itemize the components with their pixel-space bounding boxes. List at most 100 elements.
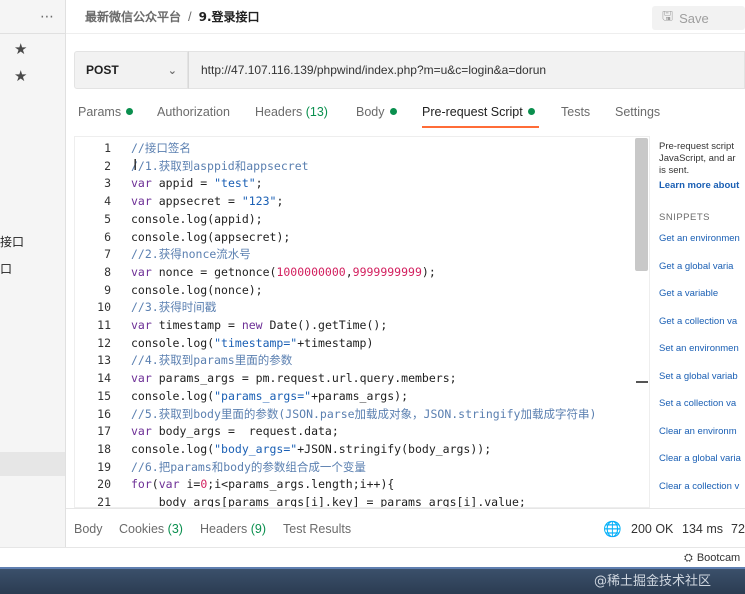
code-text[interactable]: var body_args = request.data; (131, 422, 339, 440)
code-line[interactable]: 4 var appsecret = "123"; (75, 192, 649, 210)
code-line[interactable]: 15 console.log("params_args="+params_args… (75, 387, 649, 405)
line-number: 20 (97, 477, 111, 492)
code-text[interactable]: console.log("params_args="+params_args); (131, 387, 408, 405)
snippet-link[interactable]: Set a collection va (659, 398, 736, 409)
code-text[interactable]: body_args[params_args[i].key] = params_a… (131, 493, 526, 507)
response-tab-headers[interactable]: Headers (9) (200, 522, 266, 536)
line-number: 8 (104, 264, 111, 279)
url-value: http://47.107.116.139/phpwind/index.php?… (201, 63, 547, 77)
code-text[interactable]: var appsecret = "123"; (131, 192, 283, 210)
snippet-link[interactable]: Clear a global varia (659, 453, 741, 464)
code-line[interactable]: 16 //5.获取到body里面的参数(JSON.parse加载成对象，JSON.… (75, 405, 649, 423)
method-select[interactable]: POST ⌄ (74, 51, 188, 89)
star-icon[interactable]: ★ (14, 40, 27, 58)
learn-more-link[interactable]: Learn more about (659, 180, 739, 191)
code-text[interactable]: console.log("timestamp="+timestamp) (131, 334, 373, 352)
code-text[interactable]: for(var i=0;i<params_args.length;i++){ (131, 475, 394, 493)
code-line[interactable]: 14 var params_args = pm.request.url.query… (75, 369, 649, 387)
code-text[interactable]: //6.把params和body的参数组合成一个变量 (131, 458, 366, 476)
tab-params[interactable]: Params (78, 105, 134, 119)
bootcamp-label: Bootcam (696, 552, 741, 564)
tab-headers[interactable]: Headers (13) (255, 105, 328, 119)
star-icon[interactable]: ★ (14, 67, 27, 85)
breadcrumb-workspace[interactable]: 最新微信公众平台 (85, 8, 181, 25)
code-line[interactable]: 18 console.log("body_args="+JSON.stringif… (75, 440, 649, 458)
editor-scrollbar[interactable] (635, 138, 648, 271)
response-tab-test-results[interactable]: Test Results (283, 522, 351, 536)
code-line[interactable]: 9 console.log(nonce); (75, 281, 649, 299)
code-line[interactable]: 10 //3.获得时间戳 (75, 298, 649, 316)
tab-label: Tests (561, 105, 591, 119)
code-line[interactable]: 17 var body_args = request.data; (75, 422, 649, 440)
code-line[interactable]: 20 for(var i=0;i<params_args.length;i++){ (75, 475, 649, 493)
tab-label: Test Results (283, 522, 352, 536)
code-text[interactable]: console.log(nonce); (131, 281, 263, 299)
response-size[interactable]: 72 (731, 522, 745, 536)
snippet-link[interactable]: Get an environmen (659, 233, 740, 244)
globe-icon[interactable]: 🌐 (603, 520, 622, 538)
line-number: 7 (104, 247, 111, 262)
code-line[interactable]: 12 console.log("timestamp="+timestamp) (75, 334, 649, 352)
tab-tests[interactable]: Tests (561, 105, 590, 119)
save-icon: 🖫 (662, 9, 674, 24)
response-tab-body[interactable]: Body (74, 522, 103, 536)
snippet-link[interactable]: Clear a collection v (659, 481, 739, 492)
code-line[interactable]: 8 var nonce = getnonce(1000000000,9999999… (75, 263, 649, 281)
code-line[interactable]: 2 //1.获取到asppid和appsecret (75, 157, 649, 175)
script-editor[interactable]: 1 //接口签名 2 //1.获取到asppid和appsecret 3 var appi… (74, 136, 650, 508)
indicator-dot-icon (126, 108, 134, 115)
response-status[interactable]: 200 OK (631, 522, 673, 536)
code-line[interactable]: 19 //6.把params和body的参数组合成一个变量 (75, 458, 649, 476)
snippets-panel: Pre-request script JavaScript, and ar is… (650, 136, 745, 508)
code-line[interactable]: 5 console.log(appid); (75, 210, 649, 228)
panel-description-line: JavaScript, and ar (659, 153, 736, 164)
sidebar-item-label[interactable]: 接口 (0, 233, 24, 250)
sidebar-item-label[interactable]: 口 (0, 260, 12, 277)
breadcrumb-request-name[interactable]: 9.登录接口 (199, 8, 260, 25)
tab-label: Authorization (157, 105, 230, 119)
code-line[interactable]: 11 var timestamp = new Date().getTime(); (75, 316, 649, 334)
bootcamp-button[interactable]: ⛭ Bootcam (684, 551, 740, 565)
code-line[interactable]: 3 var appid = "test"; (75, 174, 649, 192)
code-text[interactable]: console.log(appsecret); (131, 228, 290, 246)
code-line[interactable]: 1 //接口签名 (75, 139, 649, 157)
url-input[interactable]: http://47.107.116.139/phpwind/index.php?… (188, 51, 745, 89)
snippet-link[interactable]: Set a global variab (659, 371, 738, 382)
code-text[interactable]: //2.获得nonce流水号 (131, 245, 251, 263)
code-line[interactable]: 21 body_args[params_args[i].key] = param… (75, 493, 649, 508)
breadcrumb-separator: / (188, 9, 192, 24)
line-number: 21 (97, 495, 111, 508)
code-line[interactable]: 13 //4.获取到params里面的参数 (75, 351, 649, 369)
code-text[interactable]: var params_args = pm.request.url.query.m… (131, 369, 457, 387)
code-text[interactable]: console.log(appid); (131, 210, 263, 228)
code-text[interactable]: //5.获取到body里面的参数(JSON.parse加载成对象，JSON.st… (131, 405, 596, 423)
code-text[interactable]: var nonce = getnonce(1000000000,99999999… (131, 263, 436, 281)
response-time[interactable]: 134 ms (682, 522, 723, 536)
tab-settings[interactable]: Settings (615, 105, 660, 119)
tab-label: Settings (615, 105, 661, 119)
code-text[interactable]: //1.获取到asppid和appsecret (131, 157, 309, 175)
code-text[interactable]: var appid = "test"; (131, 174, 263, 192)
resize-handle[interactable] (636, 381, 648, 383)
code-text[interactable]: var timestamp = new Date().getTime(); (131, 316, 387, 334)
snippet-link[interactable]: Set an environmen (659, 343, 739, 354)
code-text[interactable]: //4.获取到params里面的参数 (131, 351, 292, 369)
tab-body[interactable]: Body (356, 105, 397, 119)
code-text[interactable]: console.log("body_args="+JSON.stringify(… (131, 440, 491, 458)
sidebar-selected-item[interactable] (0, 452, 65, 476)
snippet-link[interactable]: Clear an environm (659, 426, 737, 437)
code-line[interactable]: 7 //2.获得nonce流水号 (75, 245, 649, 263)
code-line[interactable]: 6 console.log(appsecret); (75, 228, 649, 246)
tab-pre-request-script[interactable]: Pre-request Script (422, 105, 535, 119)
code-text[interactable]: //接口签名 (131, 139, 191, 157)
more-options-icon[interactable]: ⋯ (40, 9, 55, 25)
snippet-link[interactable]: Get a collection va (659, 316, 737, 327)
code-text[interactable]: //3.获得时间戳 (131, 298, 216, 316)
tab-authorization[interactable]: Authorization (157, 105, 230, 119)
snippet-link[interactable]: Get a global varia (659, 261, 733, 272)
save-button[interactable]: 🖫 Save (652, 6, 745, 30)
snippets-heading: SNIPPETS (659, 212, 710, 223)
response-tab-cookies[interactable]: Cookies (3) (119, 522, 183, 536)
method-label: POST (86, 63, 119, 77)
snippet-link[interactable]: Get a variable (659, 288, 718, 299)
